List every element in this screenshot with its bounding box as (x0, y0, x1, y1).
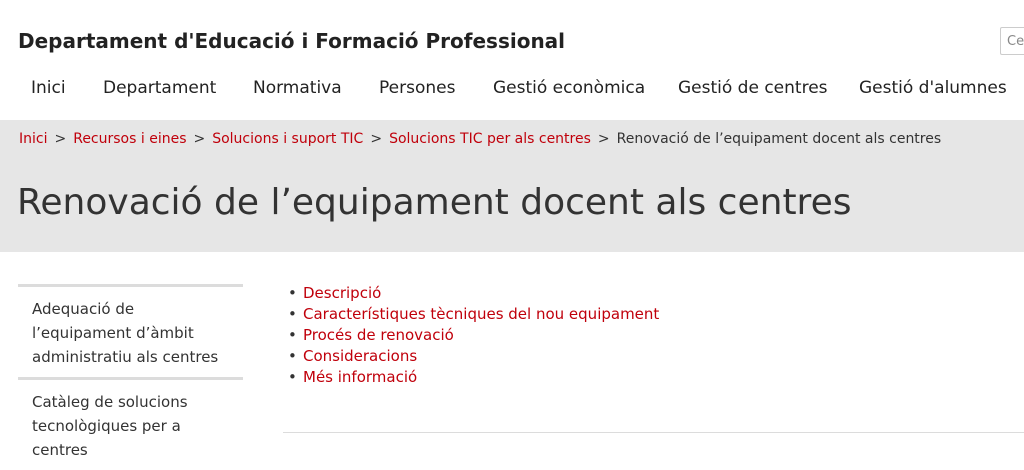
nav-item-normativa[interactable]: Normativa (253, 78, 342, 98)
breadcrumb-link-recursos[interactable]: Recursos i eines (73, 131, 186, 147)
bullet-icon: • (288, 305, 297, 323)
title-band: Inici > Recursos i eines > Solucions i supor… (0, 120, 1024, 252)
nav-item-persones[interactable]: Persones (379, 78, 455, 98)
toc-link-caracteristiques[interactable]: Característiques tècniques del nou equip… (303, 305, 659, 323)
breadcrumb-link-inici[interactable]: Inici (19, 131, 47, 147)
nav-item-gestio-alumnes[interactable]: Gestió d'alumnes (859, 78, 1007, 98)
table-of-contents: • Descripció • Característiques tècniques … (285, 283, 1024, 388)
main-nav: Inici Departament Normativa Persones Ges… (0, 78, 1024, 104)
nav-item-departament[interactable]: Departament (103, 78, 216, 98)
toc-item: • Consideracions (285, 346, 1024, 367)
site-header: Departament d'Educació i Formació Profes… (0, 0, 1024, 120)
bullet-icon: • (288, 347, 297, 365)
nav-item-inici[interactable]: Inici (31, 78, 66, 98)
toc-link-proces[interactable]: Procés de renovació (303, 326, 454, 344)
bullet-icon: • (288, 368, 297, 386)
nav-item-gestio-centres[interactable]: Gestió de centres (678, 78, 828, 98)
sidebar-item-adequacio[interactable]: Adequació de l’equipament d’àmbit admini… (18, 284, 243, 377)
content-divider (283, 432, 1024, 433)
breadcrumb: Inici > Recursos i eines > Solucions i supor… (19, 131, 941, 147)
breadcrumb-separator: > (597, 131, 610, 147)
breadcrumb-link-solucions-suport[interactable]: Solucions i suport TIC (212, 131, 363, 147)
breadcrumb-separator: > (193, 131, 206, 147)
toc-item: • Descripció (285, 283, 1024, 304)
toc-link-consideracions[interactable]: Consideracions (303, 347, 417, 365)
sidebar: Adequació de l’equipament d’àmbit admini… (18, 284, 243, 470)
site-title[interactable]: Departament d'Educació i Formació Profes… (18, 29, 565, 53)
bullet-icon: • (288, 326, 297, 344)
sidebar-item-cataleg[interactable]: Catàleg de solucions tecnològiques per a… (18, 377, 243, 470)
page-title: Renovació de l’equipament docent als cen… (17, 182, 852, 223)
toc-link-descripcio[interactable]: Descripció (303, 284, 381, 302)
toc-link-mes-informacio[interactable]: Més informació (303, 368, 417, 386)
breadcrumb-current: Renovació de l’equipament docent als cen… (616, 131, 942, 147)
toc-item: • Procés de renovació (285, 325, 1024, 346)
nav-item-gestio-economica[interactable]: Gestió econòmica (493, 78, 645, 98)
main-content: • Descripció • Característiques tècniques … (285, 283, 1024, 388)
bullet-icon: • (288, 284, 297, 302)
search-input[interactable]: Ce (1000, 27, 1024, 55)
toc-item: • Característiques tècniques del nou equi… (285, 304, 1024, 325)
breadcrumb-separator: > (54, 131, 67, 147)
toc-item: • Més informació (285, 367, 1024, 388)
breadcrumb-link-solucions-centres[interactable]: Solucions TIC per als centres (389, 131, 591, 147)
breadcrumb-separator: > (370, 131, 383, 147)
